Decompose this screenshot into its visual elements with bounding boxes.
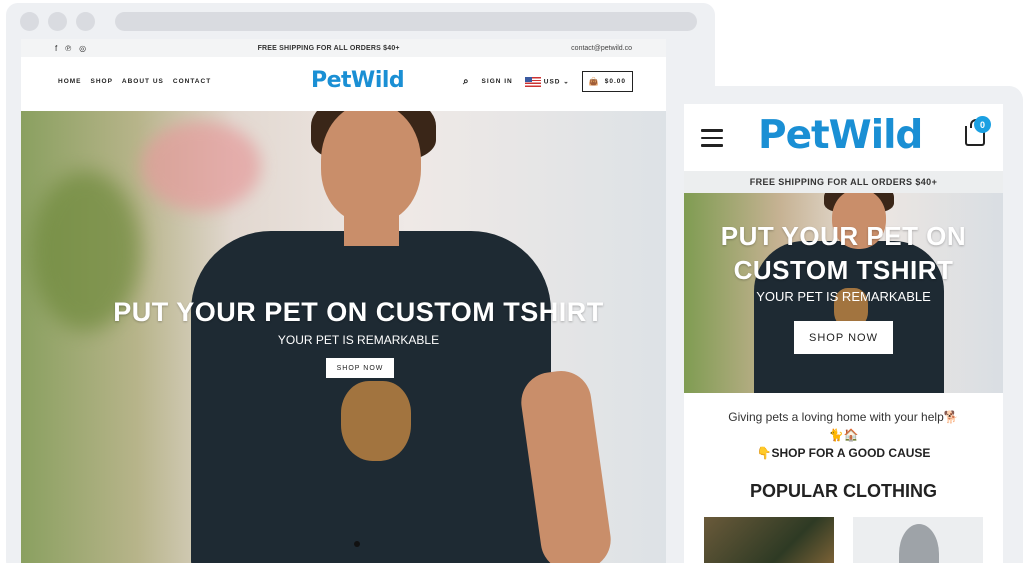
hero-banner: PUT YOUR PET ON CUSTOM TSHIRT YOUR PET I… [21,111,666,563]
contact-email[interactable]: contact@petwild.co [571,45,632,52]
currency-label: USD [543,78,561,86]
main-navigation: HOME SHOP ABOUT US CONTACT PetWild ⌕ SIG… [21,57,666,111]
currency-selector[interactable]: USD ⌄ [524,76,570,87]
nav-shop[interactable]: SHOP [91,78,113,85]
facebook-icon[interactable]: f [55,44,57,53]
nav-about-us[interactable]: ABOUT US [122,78,164,85]
nav-contact[interactable]: CONTACT [173,78,211,85]
mockup-stage: f ℗ ◎ FREE SHIPPING FOR ALL ORDERS $40+ … [0,0,1025,563]
desktop-page: f ℗ ◎ FREE SHIPPING FOR ALL ORDERS $40+ … [21,39,666,563]
window-controls [20,12,95,31]
bag-icon: 👜 [588,77,600,86]
good-cause-link[interactable]: 👇SHOP FOR A GOOD CAUSE [684,446,1003,460]
mobile-hero-banner: PUT YOUR PET ON CUSTOM TSHIRT YOUR PET I… [684,193,1003,393]
hero-model-face [321,111,421,223]
mobile-hero-title-line2: CUSTOM TSHIRT [733,255,954,285]
mobile-site-logo[interactable]: PetWild [758,113,923,158]
mobile-hero-title-line1: PUT YOUR PET ON [720,221,967,251]
shipping-notice: FREE SHIPPING FOR ALL ORDERS $40+ [257,44,400,52]
cart-count-badge: 0 [974,116,991,133]
mobile-device-frame: PetWild 0 FREE SHIPPING FOR ALL ORDERS $… [667,86,1023,563]
mobile-page: PetWild 0 FREE SHIPPING FOR ALL ORDERS $… [684,104,1003,563]
instagram-icon[interactable]: ◎ [79,44,86,53]
cart-button[interactable]: 👜 $0.00 [581,71,633,92]
section-title: POPULAR CLOTHING [750,481,937,501]
announcement-bar: f ℗ ◎ FREE SHIPPING FOR ALL ORDERS $40+ … [21,39,666,57]
mission-emoji: 🐈🏠 [828,428,859,442]
shirt-dog-print [341,381,411,461]
cart-total: $0.00 [604,78,626,85]
nav-links: HOME SHOP ABOUT US CONTACT [58,78,211,85]
shop-now-button[interactable]: SHOP NOW [326,358,394,378]
mobile-shipping-notice: FREE SHIPPING FOR ALL ORDERS $40+ [684,171,1003,193]
pinterest-icon[interactable]: ℗ [65,44,71,53]
chevron-down-icon: ⌄ [563,78,570,86]
site-logo[interactable]: PetWild [311,68,405,93]
slider-dot[interactable] [354,541,360,547]
mobile-hero-title: PUT YOUR PET ON CUSTOM TSHIRT [684,219,1003,287]
hero-background-flowers [141,121,261,211]
search-icon[interactable]: ⌕ [463,76,470,87]
hero-title: PUT YOUR PET ON CUSTOM TSHIRT [113,297,604,327]
nav-home[interactable]: HOME [58,78,82,85]
window-dot [76,12,95,31]
hero-subtitle: YOUR PET IS REMARKABLE [277,333,440,347]
social-links: f ℗ ◎ [55,44,86,53]
sign-in-link[interactable]: SIGN IN [482,78,513,85]
product-thumbnail[interactable] [704,517,834,563]
address-bar[interactable] [115,12,697,31]
window-dot [48,12,67,31]
us-flag-icon [524,76,541,87]
mobile-hero-subtitle: YOUR PET IS REMARKABLE [756,289,931,304]
mission-tagline: Giving pets a loving home with your help… [728,410,959,424]
nav-actions: ⌕ SIGN IN USD ⌄ 👜 $0.00 [463,71,633,92]
window-dot [20,12,39,31]
mobile-shop-now-button[interactable]: SHOP NOW [794,321,893,354]
menu-icon[interactable] [701,129,723,152]
desktop-browser-frame: f ℗ ◎ FREE SHIPPING FOR ALL ORDERS $40+ … [6,3,715,563]
